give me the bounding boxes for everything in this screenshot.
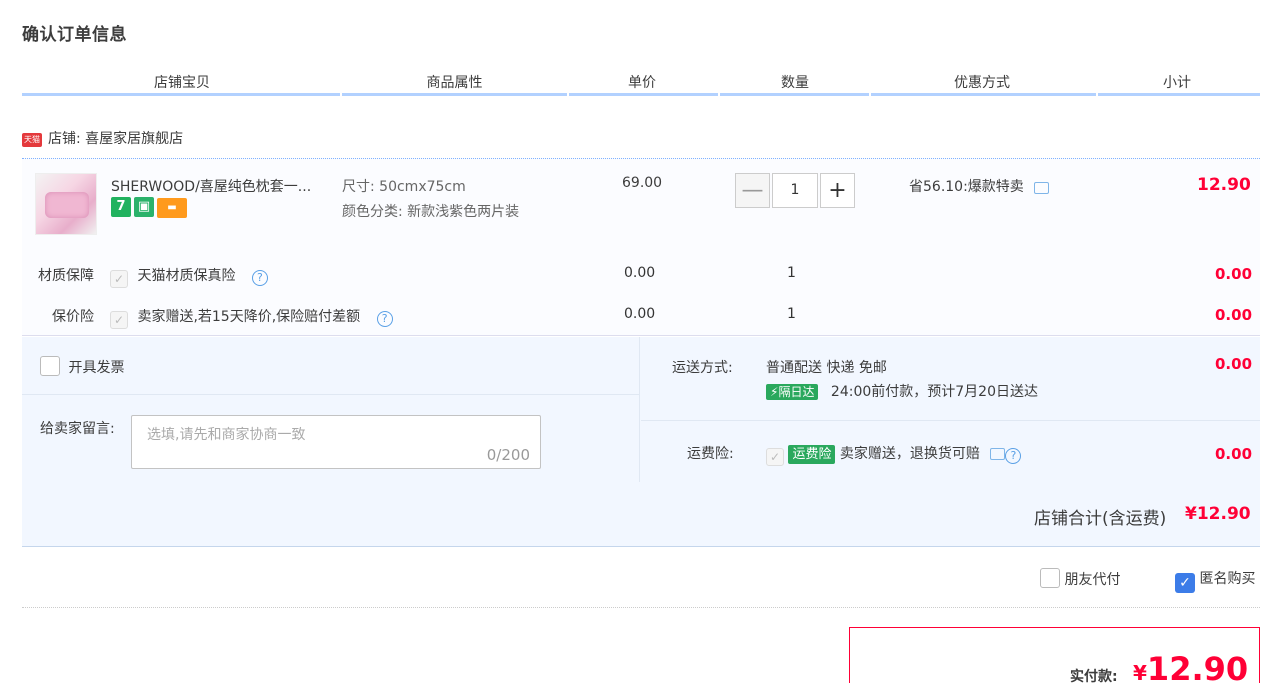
help-icon[interactable]: ? bbox=[376, 311, 393, 327]
payment-summary: 实付款: ¥12.90 bbox=[849, 627, 1260, 683]
credit-card-icon: ▬ bbox=[157, 198, 187, 218]
material-insurance-qty: 1 bbox=[787, 265, 796, 281]
product-color: 颜色分类: 新款浅紫色两片装 bbox=[342, 204, 520, 220]
discount-info: 省56.10:爆款特卖 bbox=[909, 176, 1050, 196]
page-title: 确认订单信息 bbox=[22, 25, 127, 45]
shop-total-label: 店铺合计(含运费) bbox=[1034, 509, 1167, 529]
material-insurance-subtotal: 0.00 bbox=[1215, 265, 1253, 283]
price-protect-qty: 1 bbox=[787, 306, 796, 322]
service-price-protect-label: 保价险 bbox=[52, 309, 94, 325]
unit-price: 69.00 bbox=[622, 175, 663, 191]
shipping-insurance-desc: 卖家赠送，退换货可赔 bbox=[839, 446, 980, 462]
shield-icon: ▣ bbox=[134, 197, 154, 217]
shipping-insurance-badge: 运费险 bbox=[788, 445, 836, 464]
next-day-badge: ⚡隔日达 bbox=[766, 384, 819, 400]
invoice-label: 开具发票 bbox=[68, 360, 125, 376]
shop-label: 店铺: 喜屋家居旗舰店 bbox=[48, 131, 184, 147]
divider bbox=[22, 607, 1260, 608]
col-header-discount: 优惠方式 bbox=[954, 75, 1010, 91]
col-header-subtotal: 小计 bbox=[1163, 75, 1191, 91]
product-badges: 7 ▣ ▬ bbox=[111, 197, 190, 218]
comment-icon[interactable] bbox=[990, 448, 1006, 460]
invoice-option[interactable]: 开具发票 bbox=[40, 356, 124, 377]
pay-currency: ¥ bbox=[1133, 661, 1147, 683]
help-icon[interactable]: ? bbox=[1005, 448, 1022, 464]
friend-pay-option[interactable]: 朋友代付 bbox=[1040, 568, 1120, 589]
quantity-input[interactable]: 1 bbox=[772, 173, 818, 208]
service-material: ✓ 天猫材质保真险 ? bbox=[110, 265, 268, 288]
shipping-method[interactable]: 普通配送 快递 免邮 bbox=[766, 357, 887, 377]
message-textarea[interactable]: 选填,请先和商家协商一致 0/200 bbox=[131, 415, 541, 469]
shipping-fee: 0.00 bbox=[1215, 355, 1253, 373]
comment-icon[interactable] bbox=[1034, 182, 1050, 194]
friend-pay-label: 朋友代付 bbox=[1064, 572, 1121, 588]
service-price-protect: ✓ 卖家赠送,若15天降价,保险赔付差额 ? bbox=[110, 306, 393, 329]
anonymous-label: 匿名购买 bbox=[1199, 571, 1256, 587]
price-protect-subtotal: 0.00 bbox=[1215, 306, 1253, 324]
message-label: 给卖家留言: bbox=[40, 421, 115, 437]
price-protect-checkbox[interactable]: ✓ bbox=[110, 311, 128, 329]
shipping-insurance-checkbox[interactable]: ✓ bbox=[766, 448, 784, 466]
service-material-label: 材质保障 bbox=[38, 268, 94, 284]
price-protect-desc: 卖家赠送,若15天降价,保险赔付差额 bbox=[137, 309, 361, 325]
quantity-stepper: — 1 + bbox=[735, 173, 855, 208]
increase-quantity-button[interactable]: + bbox=[820, 173, 855, 208]
shop-name[interactable]: 天猫 店铺: 喜屋家居旗舰店 bbox=[22, 128, 183, 148]
friend-pay-checkbox[interactable] bbox=[1040, 568, 1060, 588]
pillow-image-icon bbox=[45, 192, 89, 218]
pay-amount-value: 12.90 bbox=[1146, 650, 1249, 683]
price-protect-price: 0.00 bbox=[624, 306, 656, 322]
pay-amount: ¥12.90 bbox=[1133, 650, 1248, 683]
shipping-insurance-label: 运费险: bbox=[687, 446, 734, 462]
anonymous-checkbox[interactable]: ✓ bbox=[1175, 573, 1195, 593]
shipping-label: 运送方式: bbox=[672, 360, 733, 376]
tmall-badge-icon: 天猫 bbox=[22, 133, 42, 147]
col-header-unit-price: 单价 bbox=[628, 75, 656, 91]
decrease-quantity-button[interactable]: — bbox=[735, 173, 770, 208]
delivery-note: 24:00前付款，预计7月20日送达 bbox=[830, 384, 1038, 400]
col-header-quantity: 数量 bbox=[781, 75, 809, 91]
item-subtotal: 12.90 bbox=[1197, 175, 1251, 195]
invoice-checkbox[interactable] bbox=[40, 356, 60, 376]
shipping-insurance: ✓ 运费险 卖家赠送，退换货可赔 ? bbox=[766, 443, 1022, 466]
seven-day-return-icon: 7 bbox=[111, 197, 131, 217]
product-name[interactable]: SHERWOOD/喜屋纯色枕套一... bbox=[111, 176, 311, 196]
discount-text: 省56.10:爆款特卖 bbox=[909, 179, 1024, 195]
col-header-attributes: 商品属性 bbox=[426, 75, 483, 91]
divider bbox=[641, 420, 1260, 421]
next-day-badge-text: 隔日达 bbox=[778, 385, 815, 399]
col-header-shop-item: 店铺宝贝 bbox=[154, 75, 210, 91]
shipping-insurance-fee: 0.00 bbox=[1215, 445, 1253, 463]
material-insurance-price: 0.00 bbox=[624, 265, 656, 281]
divider bbox=[22, 394, 640, 395]
table-header: 店铺宝贝 商品属性 单价 数量 优惠方式 小计 bbox=[22, 68, 1260, 96]
pay-label: 实付款: bbox=[1070, 669, 1118, 683]
product-size: 尺寸: 50cmx75cm bbox=[342, 179, 466, 195]
shop-total-value: ¥12.90 bbox=[1185, 504, 1251, 524]
help-icon[interactable]: ? bbox=[251, 270, 268, 286]
material-insurance-checkbox[interactable]: ✓ bbox=[110, 270, 128, 288]
message-counter: 0/200 bbox=[486, 446, 530, 464]
anonymous-option[interactable]: ✓ 匿名购买 bbox=[1175, 568, 1255, 593]
message-placeholder: 选填,请先和商家协商一致 bbox=[147, 427, 306, 443]
material-insurance-desc: 天猫材质保真险 bbox=[137, 268, 236, 284]
shipping-delivery: ⚡隔日达 24:00前付款，预计7月20日送达 bbox=[766, 381, 1038, 401]
